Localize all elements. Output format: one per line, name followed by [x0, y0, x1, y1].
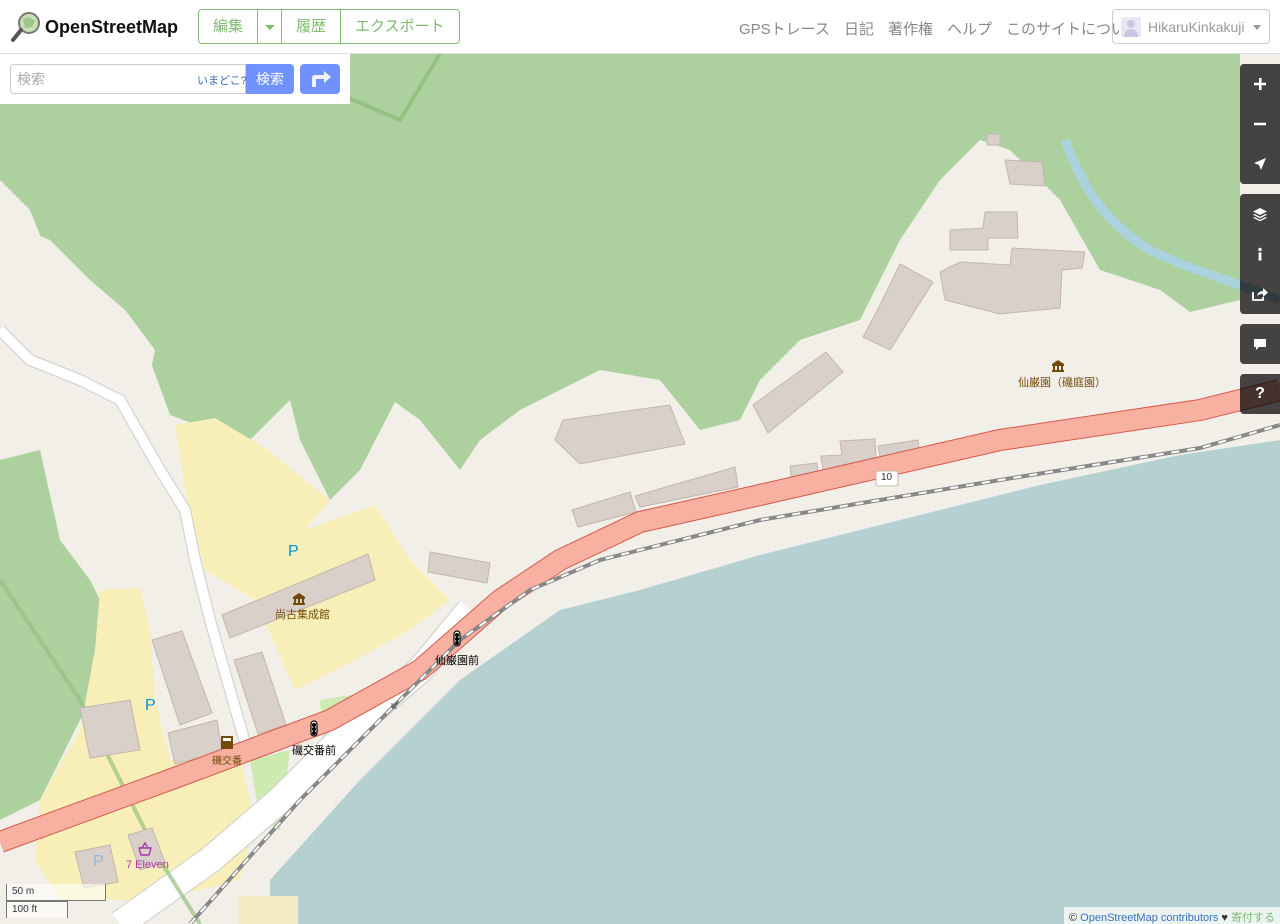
- map-canvas[interactable]: 仙巌園（磯庭園） 尚古集成館 仙巌園前 磯交番前 磯交番 7 Eleven 10…: [0, 54, 1280, 924]
- locate-button[interactable]: [1240, 144, 1280, 184]
- speech-bubble-icon: [1254, 339, 1266, 350]
- app: 仙巌園（磯庭園） 尚古集成館 仙巌園前 磯交番前 磯交番 7 Eleven 10…: [0, 0, 1280, 924]
- nav-copyright[interactable]: 著作権: [888, 18, 933, 39]
- zoom-in-button[interactable]: [1240, 64, 1280, 104]
- add-note-button[interactable]: [1240, 324, 1280, 364]
- logo[interactable]: OpenStreetMap: [10, 10, 178, 44]
- parking-label: P: [288, 543, 299, 560]
- map-label-iso-koban: 磯交番: [212, 756, 242, 767]
- plus-icon: [1254, 78, 1266, 90]
- brand-name: OpenStreetMap: [45, 16, 179, 37]
- export-button[interactable]: エクスポート: [341, 10, 459, 43]
- scale-metric: 50 m: [6, 884, 106, 901]
- header: OpenStreetMap 編集 履歴 エクスポート GPSトレース 日記 著作…: [0, 0, 1280, 54]
- map-label-senganen-mae: 仙巌園前: [435, 655, 479, 667]
- info-icon: [1258, 247, 1262, 261]
- where-am-i-link[interactable]: いまどこ?: [197, 72, 247, 88]
- minus-icon: [1254, 122, 1266, 126]
- police-icon: [221, 736, 233, 749]
- history-button[interactable]: 履歴: [282, 10, 342, 43]
- nav-diary[interactable]: 日記: [844, 18, 874, 39]
- parking-label: P: [145, 697, 156, 714]
- edit-dropdown-toggle[interactable]: [258, 10, 283, 43]
- map-label-shoko: 尚古集成館: [275, 609, 330, 621]
- scale-bar: 50 m 100 ft: [6, 884, 106, 918]
- share-icon: [1252, 288, 1268, 301]
- scale-imperial: 100 ft: [6, 901, 68, 918]
- map-key-button[interactable]: [1240, 234, 1280, 274]
- question-icon: ?: [1255, 385, 1265, 402]
- nav-gps-traces[interactable]: GPSトレース: [739, 18, 830, 39]
- donate-link[interactable]: 寄付する: [1231, 912, 1275, 924]
- copyright-symbol: ©: [1068, 912, 1078, 924]
- nav-help[interactable]: ヘルプ: [947, 18, 992, 39]
- route-number: 10: [881, 472, 893, 483]
- map-tiles: [0, 54, 1280, 924]
- map-label-iso-koban-mae: 磯交番前: [292, 745, 336, 757]
- directions-button[interactable]: [300, 64, 340, 94]
- user-menu[interactable]: HikaruKinkakuji: [1112, 9, 1270, 44]
- layers-button[interactable]: [1240, 194, 1280, 234]
- chevron-down-icon: [1253, 25, 1261, 30]
- edit-button-group: 編集 履歴 エクスポート: [198, 9, 460, 44]
- traffic-signal-icon: [453, 630, 461, 647]
- heart-icon: ♥: [1221, 912, 1228, 924]
- attribution: © OpenStreetMap contributors ♥ 寄付する: [1063, 907, 1280, 924]
- layers-icon: [1253, 208, 1267, 222]
- location-arrow-icon: [1254, 158, 1266, 170]
- username: HikaruKinkakuji: [1148, 18, 1245, 35]
- traffic-signal-icon: [310, 720, 318, 737]
- query-features-button[interactable]: ?: [1240, 374, 1280, 414]
- osm-logo-icon: [10, 11, 42, 43]
- map-label-senganen: 仙巌園（磯庭園）: [1018, 377, 1106, 389]
- map-label-seven-eleven: 7 Eleven: [126, 859, 169, 871]
- avatar: [1121, 16, 1141, 37]
- top-nav: GPSトレース 日記 著作権 ヘルプ このサイトについて: [739, 18, 1141, 39]
- edit-button[interactable]: 編集: [199, 10, 259, 43]
- osm-contributors-link[interactable]: OpenStreetMap contributors: [1080, 912, 1218, 924]
- share-button[interactable]: [1240, 274, 1280, 314]
- search-panel: いまどこ? 検索: [0, 54, 350, 104]
- zoom-out-button[interactable]: [1240, 104, 1280, 144]
- directions-icon: [312, 71, 331, 87]
- parking-label: P: [93, 853, 104, 870]
- search-button[interactable]: 検索: [246, 64, 294, 94]
